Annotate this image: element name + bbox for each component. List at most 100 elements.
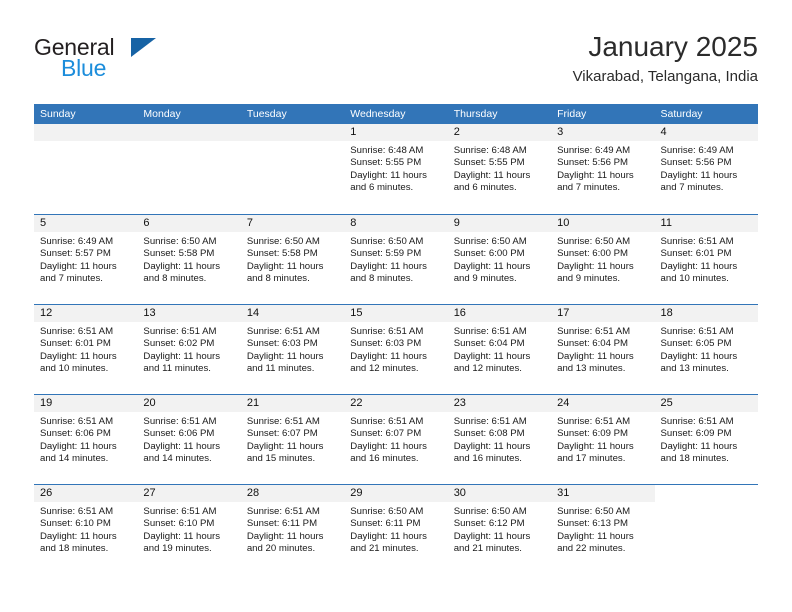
calendar-page: General Blue January 2025 Vikarabad, Tel…	[0, 0, 792, 612]
title-block: January 2025 Vikarabad, Telangana, India	[573, 30, 758, 86]
sunrise-text: Sunrise: 6:51 AM	[40, 326, 114, 337]
day-cell-16[interactable]: 16 Sunrise: 6:51 AM Sunset: 6:04 PM Dayligh…	[447, 305, 552, 394]
daylight-text: Daylight: 11 hours and 14 minutes.	[40, 440, 117, 464]
day-cell-26[interactable]: 26 Sunrise: 6:51 AM Sunset: 6:10 PM Dayligh…	[34, 485, 138, 574]
sunset-text: Sunset: 6:09 PM	[660, 428, 732, 440]
sunset-text: Sunset: 6:12 PM	[453, 518, 525, 530]
day-info: Sunrise: 6:48 AM Sunset: 5:55 PM Daylight:…	[448, 141, 551, 194]
day-number: 15	[344, 305, 448, 322]
weekday-header-saturday: Saturday	[660, 108, 703, 120]
sunrise-text: Sunrise: 6:51 AM	[557, 416, 631, 427]
sunrise-text: Sunrise: 6:50 AM	[557, 236, 631, 247]
sunrise-text: Sunrise: 6:51 AM	[453, 416, 527, 427]
day-cell-10[interactable]: 10 Sunrise: 6:50 AM Sunset: 6:00 PM Dayligh…	[551, 215, 655, 304]
sunrise-text: Sunrise: 6:51 AM	[453, 326, 527, 337]
day-number: 12	[34, 305, 138, 322]
day-number: 19	[34, 395, 138, 412]
daylight-text: Daylight: 11 hours and 7 minutes.	[557, 169, 634, 193]
day-cell-19[interactable]: 19 Sunrise: 6:51 AM Sunset: 6:06 PM Dayligh…	[34, 395, 138, 484]
day-info: Sunrise: 6:51 AM Sunset: 6:06 PM Daylight:…	[137, 412, 240, 465]
day-cell-25[interactable]: 25 Sunrise: 6:51 AM Sunset: 6:09 PM Dayligh…	[654, 395, 758, 484]
day-cell-31[interactable]: 31 Sunrise: 6:50 AM Sunset: 6:13 PM Dayligh…	[551, 485, 655, 574]
day-number: 29	[344, 485, 448, 502]
day-cell-4[interactable]: 4 Sunrise: 6:49 AM Sunset: 5:56 PM Daylight…	[654, 124, 758, 214]
day-cell-6[interactable]: 6 Sunrise: 6:50 AM Sunset: 5:58 PM Daylight…	[137, 215, 241, 304]
day-cell-29[interactable]: 29 Sunrise: 6:50 AM Sunset: 6:11 PM Dayligh…	[344, 485, 448, 574]
day-cell-17[interactable]: 17 Sunrise: 6:51 AM Sunset: 6:04 PM Dayligh…	[551, 305, 655, 394]
day-number: 20	[137, 395, 241, 412]
day-cell-28[interactable]: 28 Sunrise: 6:51 AM Sunset: 6:11 PM Dayligh…	[240, 485, 345, 574]
day-number: 31	[551, 485, 655, 502]
day-number: 25	[654, 395, 758, 412]
sunset-text: Sunset: 5:56 PM	[660, 157, 732, 169]
day-cell-20[interactable]: 20 Sunrise: 6:51 AM Sunset: 6:06 PM Dayligh…	[137, 395, 241, 484]
day-cell-8[interactable]: 8 Sunrise: 6:50 AM Sunset: 5:59 PM Daylight…	[344, 215, 448, 304]
sunrise-text: Sunrise: 6:51 AM	[350, 416, 424, 427]
day-cell-5[interactable]: 5 Sunrise: 6:49 AM Sunset: 5:57 PM Daylight…	[34, 215, 138, 304]
day-info: Sunrise: 6:51 AM Sunset: 6:04 PM Daylight:…	[448, 322, 551, 375]
day-cell-3[interactable]: 3 Sunrise: 6:49 AM Sunset: 5:56 PM Daylight…	[551, 124, 655, 214]
day-cell-1[interactable]: 1 Sunrise: 6:48 AM Sunset: 5:55 PM Daylight…	[344, 124, 448, 214]
sunset-text: Sunset: 6:13 PM	[557, 518, 629, 530]
day-number: 28	[240, 485, 345, 502]
sunset-text: Sunset: 5:59 PM	[350, 248, 422, 260]
day-cell-14[interactable]: 14 Sunrise: 6:51 AM Sunset: 6:03 PM Dayligh…	[240, 305, 345, 394]
day-info: Sunrise: 6:51 AM Sunset: 6:03 PM Daylight:…	[241, 322, 344, 375]
sunset-text: Sunset: 6:08 PM	[453, 428, 525, 440]
day-info: Sunrise: 6:49 AM Sunset: 5:56 PM Daylight:…	[655, 141, 758, 194]
day-cell-21[interactable]: 21 Sunrise: 6:51 AM Sunset: 6:07 PM Dayligh…	[240, 395, 345, 484]
day-info: Sunrise: 6:49 AM Sunset: 5:56 PM Daylight:…	[551, 141, 654, 194]
sunset-text: Sunset: 6:11 PM	[246, 518, 318, 530]
daylight-text: Daylight: 11 hours and 12 minutes.	[453, 350, 531, 374]
sunrise-text: Sunrise: 6:51 AM	[143, 416, 217, 427]
sunrise-text: Sunrise: 6:51 AM	[557, 326, 631, 337]
daylight-text: Daylight: 11 hours and 9 minutes.	[557, 260, 634, 284]
daylight-text: Daylight: 11 hours and 18 minutes.	[40, 530, 117, 554]
day-number: 9	[447, 215, 552, 232]
day-cell-18[interactable]: 18 Sunrise: 6:51 AM Sunset: 6:05 PM Dayligh…	[654, 305, 758, 394]
day-number: 26	[34, 485, 138, 502]
day-cell-22[interactable]: 22 Sunrise: 6:51 AM Sunset: 6:07 PM Dayligh…	[344, 395, 448, 484]
sunset-text: Sunset: 5:57 PM	[40, 248, 111, 260]
calendar-weeks: 1 Sunrise: 6:48 AM Sunset: 5:55 PM Daylight…	[34, 124, 758, 574]
daylight-text: Daylight: 11 hours and 20 minutes.	[246, 530, 324, 554]
day-info: Sunrise: 6:51 AM Sunset: 6:06 PM Daylight:…	[34, 412, 137, 465]
day-info: Sunrise: 6:51 AM Sunset: 6:09 PM Daylight:…	[551, 412, 654, 465]
day-info: Sunrise: 6:50 AM Sunset: 6:13 PM Daylight:…	[551, 502, 654, 555]
day-number	[655, 485, 758, 502]
page-header: General Blue January 2025 Vikarabad, Tel…	[34, 30, 758, 98]
sunset-text: Sunset: 5:58 PM	[143, 248, 215, 260]
day-cell-13[interactable]: 13 Sunrise: 6:51 AM Sunset: 6:02 PM Dayligh…	[137, 305, 241, 394]
day-cell-12[interactable]: 12 Sunrise: 6:51 AM Sunset: 6:01 PM Dayligh…	[34, 305, 138, 394]
weekday-header-monday: Monday	[143, 108, 181, 120]
day-cell-30[interactable]: 30 Sunrise: 6:50 AM Sunset: 6:12 PM Dayligh…	[447, 485, 552, 574]
week-row: 1 Sunrise: 6:48 AM Sunset: 5:55 PM Daylight…	[34, 124, 758, 214]
weekday-header-thursday: Thursday	[453, 108, 498, 120]
day-cell-11[interactable]: 11 Sunrise: 6:51 AM Sunset: 6:01 PM Dayligh…	[654, 215, 758, 304]
day-number	[34, 124, 138, 141]
day-cell-empty	[655, 485, 758, 574]
week-row: 19 Sunrise: 6:51 AM Sunset: 6:06 PM Dayligh…	[34, 394, 758, 484]
sunrise-text: Sunrise: 6:48 AM	[350, 145, 424, 156]
sunrise-text: Sunrise: 6:50 AM	[350, 236, 424, 247]
day-info: Sunrise: 6:51 AM Sunset: 6:02 PM Daylight:…	[137, 322, 240, 375]
day-number: 24	[551, 395, 655, 412]
day-cell-9[interactable]: 9 Sunrise: 6:50 AM Sunset: 6:00 PM Daylight…	[447, 215, 552, 304]
day-info: Sunrise: 6:50 AM Sunset: 5:58 PM Daylight:…	[137, 232, 240, 285]
sunrise-text: Sunrise: 6:51 AM	[40, 506, 114, 517]
day-cell-7[interactable]: 7 Sunrise: 6:50 AM Sunset: 5:58 PM Daylight…	[240, 215, 345, 304]
logo-text-blue: Blue	[61, 55, 107, 81]
day-cell-15[interactable]: 15 Sunrise: 6:51 AM Sunset: 6:03 PM Dayligh…	[344, 305, 448, 394]
day-cell-2[interactable]: 2 Sunrise: 6:48 AM Sunset: 5:55 PM Daylight…	[447, 124, 552, 214]
sunrise-text: Sunrise: 6:51 AM	[143, 326, 217, 337]
day-cell-23[interactable]: 23 Sunrise: 6:51 AM Sunset: 6:08 PM Dayligh…	[447, 395, 552, 484]
day-number	[240, 124, 345, 141]
sunset-text: Sunset: 5:56 PM	[557, 157, 629, 169]
day-info: Sunrise: 6:50 AM Sunset: 6:00 PM Daylight:…	[448, 232, 551, 285]
daylight-text: Daylight: 11 hours and 8 minutes.	[143, 260, 221, 284]
day-cell-24[interactable]: 24 Sunrise: 6:51 AM Sunset: 6:09 PM Dayligh…	[551, 395, 655, 484]
day-cell-empty	[240, 124, 345, 214]
day-cell-27[interactable]: 27 Sunrise: 6:51 AM Sunset: 6:10 PM Dayligh…	[137, 485, 241, 574]
sunset-text: Sunset: 6:00 PM	[453, 248, 525, 260]
daylight-text: Daylight: 11 hours and 11 minutes.	[246, 350, 324, 374]
